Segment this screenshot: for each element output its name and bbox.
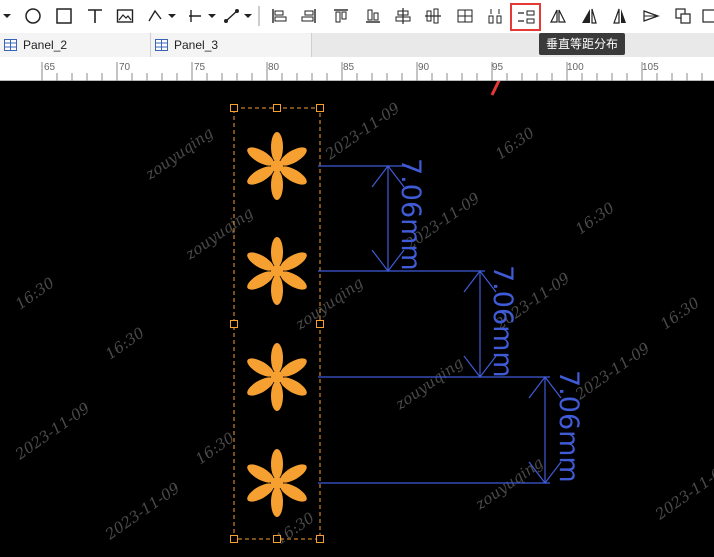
tab-panel-3[interactable]: Panel_3 (151, 33, 312, 57)
align-right-icon[interactable] (298, 4, 320, 28)
ruler-label: 80 (268, 62, 280, 73)
annotation-arrow (490, 81, 501, 96)
ruler-label: 95 (492, 62, 504, 73)
group-icon[interactable] (672, 4, 694, 28)
dimension-labels: 7.06mm 7.06mm 7.06mm (395, 158, 584, 483)
horizontal-ruler: 65 70 75 80 85 90 95 100 105 (0, 57, 714, 81)
watermark-time: 16:30 (192, 428, 238, 468)
tab-label: Panel_3 (174, 38, 219, 52)
image-tool-icon[interactable] (114, 4, 136, 28)
watermark-user: zouyuqing (471, 454, 546, 514)
asterisk-shape[interactable] (244, 343, 310, 411)
measure-tool-icon[interactable] (222, 4, 254, 28)
resize-handle (316, 104, 324, 112)
watermark-user: zouyuqing (141, 124, 216, 184)
watermark-date: 2023-11-09 (101, 479, 183, 544)
resize-handle (273, 535, 281, 543)
ruler-ticks (41, 62, 703, 81)
tab-panel-2[interactable]: Panel_2 (0, 33, 151, 57)
watermark-date: 2023-11-09 (651, 459, 714, 524)
watermark-time: 16:30 (657, 293, 703, 333)
resize-handle (316, 320, 324, 328)
toolbar-divider (258, 6, 260, 26)
watermark-date: 2023-11-09 (11, 399, 93, 464)
ruler-label: 65 (44, 62, 56, 73)
canvas-drawing: zouyuqing 16:30 2023-11-09 zouyuqing 16:… (11, 81, 714, 548)
toolbar (0, 0, 714, 33)
flip-horizontal-icon[interactable] (547, 4, 569, 28)
mirror-icon[interactable] (609, 4, 631, 28)
resize-handle (230, 535, 238, 543)
watermark-time: 16:30 (492, 123, 538, 163)
distribute-vertical-spacing-icon[interactable] (510, 3, 541, 31)
polyline-tool-icon[interactable] (146, 4, 178, 28)
align-left-icon[interactable] (268, 4, 290, 28)
asterisk-shape[interactable] (244, 449, 310, 517)
line-tool-icon[interactable] (186, 4, 218, 28)
watermark-time: 16:30 (102, 323, 148, 363)
align-bottom-icon[interactable] (362, 4, 384, 28)
table-icon (155, 39, 168, 51)
table-icon (4, 39, 17, 51)
arrange-icon[interactable] (640, 4, 662, 28)
more-icon[interactable] (702, 4, 714, 28)
dimension-label: 7.06mm (553, 370, 584, 483)
ruler-label: 85 (343, 62, 355, 73)
distribute-grid-icon[interactable] (454, 4, 476, 28)
ruler-label: 105 (642, 62, 659, 73)
watermark-date: 2023-11-09 (321, 99, 403, 164)
watermark-user: zouyuqing (181, 204, 256, 264)
align-center-horizontal-icon[interactable] (392, 4, 414, 28)
dropdown-arrow-icon[interactable] (0, 4, 14, 28)
watermark-time: 16:30 (572, 198, 618, 238)
align-center-vertical-icon[interactable] (422, 4, 444, 28)
resize-handle (230, 320, 238, 328)
resize-handle (316, 535, 324, 543)
tab-label: Panel_2 (23, 38, 68, 52)
drawing-canvas[interactable]: zouyuqing 16:30 2023-11-09 zouyuqing 16:… (0, 81, 714, 557)
dimension-label: 7.06mm (395, 158, 426, 271)
dimension-label: 7.06mm (487, 265, 518, 378)
circle-tool-icon[interactable] (22, 4, 44, 28)
ruler-label: 90 (418, 62, 430, 73)
align-top-icon[interactable] (330, 4, 352, 28)
distribute-horizontal-spacing-icon[interactable] (484, 4, 506, 28)
ruler-label: 70 (119, 62, 131, 73)
resize-handle (230, 104, 238, 112)
text-tool-icon[interactable] (84, 4, 106, 28)
flip-vertical-icon[interactable] (578, 4, 600, 28)
rectangle-tool-icon[interactable] (53, 4, 75, 28)
tooltip: 垂直等距分布 (539, 33, 626, 55)
asterisk-shape[interactable] (244, 237, 310, 305)
resize-handle (273, 104, 281, 112)
ruler-label: 100 (567, 62, 584, 73)
watermark-user: zouyuqing (391, 354, 466, 414)
ruler-label: 75 (194, 62, 206, 73)
watermark-time: 16:30 (12, 273, 58, 313)
asterisk-shape[interactable] (244, 132, 310, 200)
